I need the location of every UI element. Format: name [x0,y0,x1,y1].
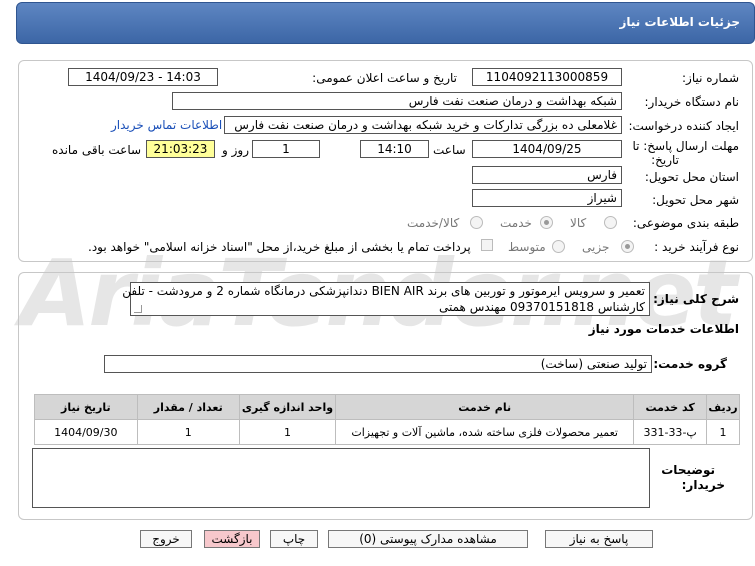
table-header-row: ردیف کد خدمت نام خدمت واحد اندازه گیری ت… [34,394,740,420]
category-radio-service[interactable] [540,216,553,229]
deadline-label: مهلت ارسال پاسخ: تا [632,139,739,153]
col-unit: واحد اندازه گیری [238,394,337,420]
category-radio-goods[interactable] [604,216,617,229]
days-field: 1 [252,140,320,158]
service-group-label: گروه خدمت: [653,357,727,371]
process-radio-minor[interactable] [621,240,634,253]
page-title: جزئیات اطلاعات نیاز [619,15,740,29]
announce-date-label: تاریخ و ساعت اعلان عمومی: [312,71,457,85]
col-need-date: تاریخ نیاز [34,394,138,420]
cell-service-name: تعمیر محصولات فلزی ساخته شده، ماشین آلات… [335,419,635,445]
deadline-time-label: ساعت [433,143,466,157]
page-header: جزئیات اطلاعات نیاز [16,2,755,44]
process-option-medium: متوسط [508,240,546,254]
col-row-number: ردیف [706,394,740,420]
description-field: تعمیر و سرویس ایرموتور و توربین های برند… [122,282,650,316]
province-field: فارس [472,166,622,184]
need-number-label: شماره نیاز: [682,71,739,85]
category-option-service: خدمت [500,216,532,230]
exit-button[interactable]: خروج [140,530,192,548]
services-section-title: اطلاعات خدمات مورد نیاز [588,322,739,336]
need-number-field: 1104092113000859 [472,68,622,86]
process-label: نوع فرآیند خرید : [654,240,739,254]
process-radio-medium[interactable] [552,240,565,253]
city-label: شهر محل تحویل: [652,193,739,207]
col-service-name: نام خدمت [335,394,635,420]
deadline-date-field: 1404/09/25 [472,140,622,158]
cell-quantity: 1 [136,419,240,445]
description-label: شرح کلی نیاز: [653,292,739,306]
print-button[interactable]: چاپ [270,530,318,548]
remaining-time-label: ساعت باقی مانده [52,143,142,157]
treasury-checkbox[interactable] [481,239,493,251]
description-line-2: کارشناس 09370151818 مهندس همتی [439,300,645,314]
category-radio-goods-service[interactable] [470,216,483,229]
need-info-panel [18,60,753,262]
buyer-org-field: شبکه بهداشت و درمان صنعت نفت فارس [172,92,622,110]
category-label: طبقه بندی موضوعی: [632,216,739,230]
treasury-note: پرداخت تمام یا بخشی از مبلغ خرید،از محل … [88,240,471,254]
category-option-goods: کالا [570,216,587,230]
buyer-notes-field[interactable] [32,448,650,508]
reply-button[interactable]: پاسخ به نیاز [545,530,653,548]
deadline-time-field: 14:10 [360,140,429,158]
description-line-1: تعمیر و سرویس ایرموتور و توربین های برند… [122,284,645,298]
buyer-org-label: نام دستگاه خریدار: [644,95,740,109]
buyer-notes-label-2: خریدار: [681,478,725,492]
category-option-goods-service: کالا/خدمت [407,216,460,230]
buyer-contact-link[interactable]: اطلاعات تماس خریدار [111,118,222,132]
province-label: استان محل تحویل: [644,170,739,184]
back-button[interactable]: بازگشت [204,530,260,548]
services-table: ردیف کد خدمت نام خدمت واحد اندازه گیری ت… [34,394,740,445]
cell-unit: 1 [238,419,337,445]
attachments-button[interactable]: مشاهده مدارک پیوستی (0) [328,530,528,548]
process-option-minor: جزیی [582,240,610,254]
announce-date-field: 1404/09/23 - 14:03 [68,68,218,86]
creator-label: ایجاد کننده درخواست: [628,119,739,133]
cell-service-code: پ-33-331 [633,419,708,445]
days-label: روز و [222,143,249,157]
creator-field: غلامعلی ده بزرگی تدارکات و خرید شبکه بهد… [224,116,622,134]
cell-need-date: 1404/09/30 [34,419,138,445]
deadline-date-label: تاریخ: [651,153,679,167]
buyer-notes-label-1: توضیحات [661,463,715,477]
table-row: 1 پ-33-331 تعمیر محصولات فلزی ساخته شده،… [34,419,740,445]
resize-grip[interactable] [134,305,142,313]
service-group-field: تولید صنعتی (ساخت) [104,355,652,373]
col-service-code: کد خدمت [633,394,708,420]
cell-row-number: 1 [706,419,740,445]
col-quantity: تعداد / مقدار [136,394,240,420]
city-field: شیراز [472,189,622,207]
remaining-time-field: 21:03:23 [146,140,215,158]
